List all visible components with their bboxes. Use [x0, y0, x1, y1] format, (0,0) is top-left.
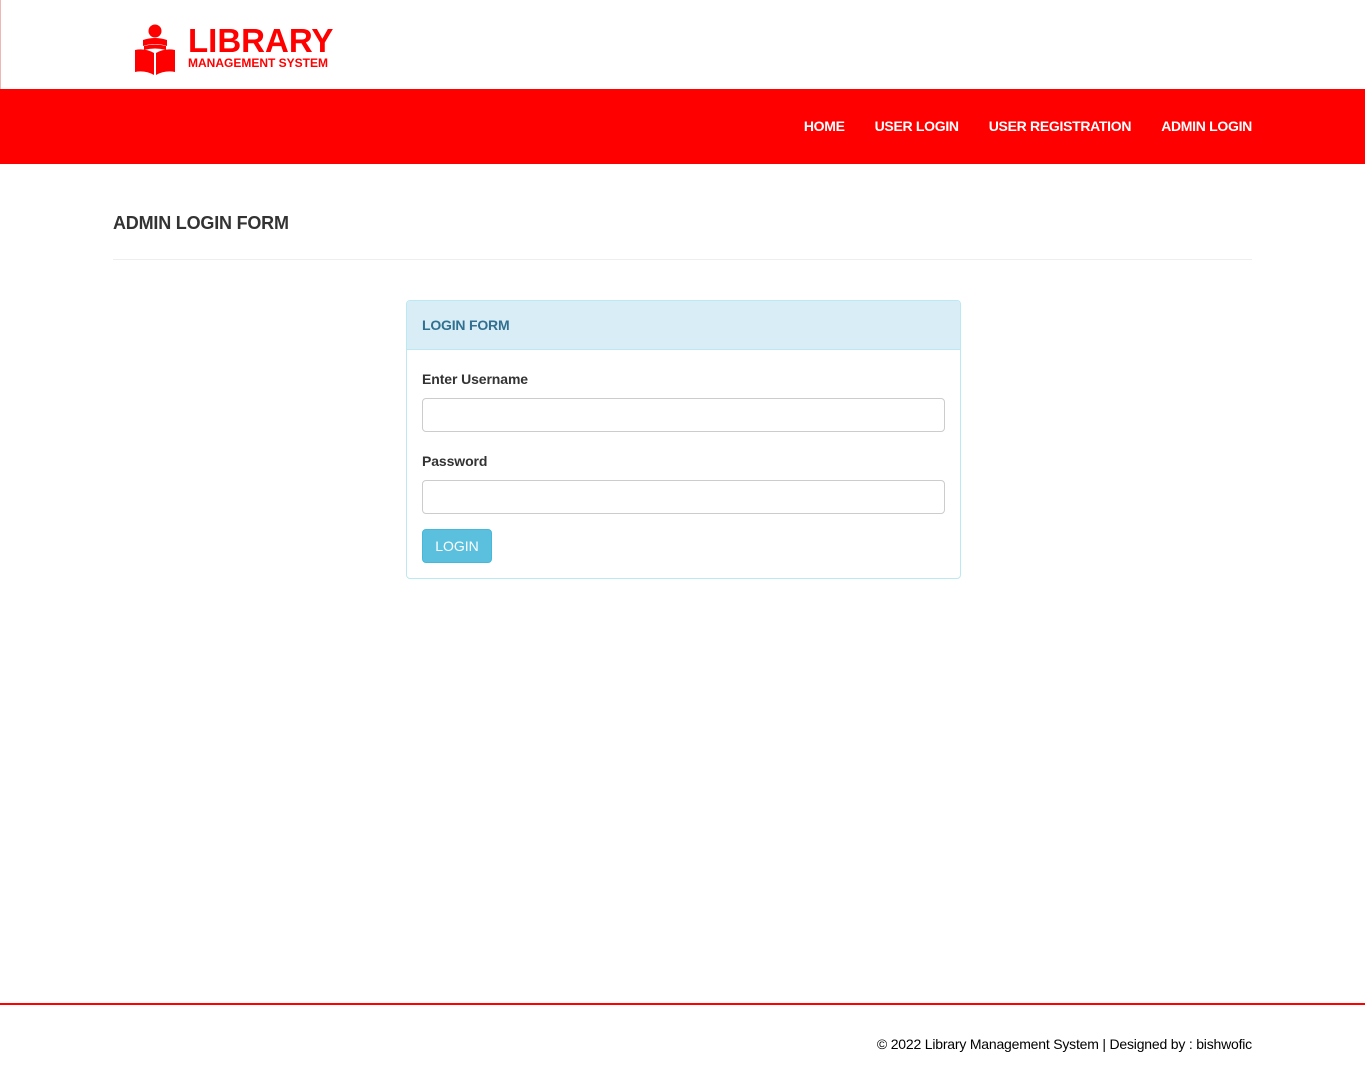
logo[interactable]: LIBRARY MANAGEMENT SYSTEM [134, 24, 333, 76]
logo-subtitle: MANAGEMENT SYSTEM [188, 56, 329, 70]
username-input[interactable] [422, 398, 945, 432]
title-divider [113, 259, 1252, 260]
navbar: HOME USER LOGIN USER REGISTRATION ADMIN … [0, 89, 1365, 164]
panel-heading: LOGIN FORM [407, 301, 960, 350]
nav-item-user-login: USER LOGIN [875, 118, 959, 136]
nav-menu: HOME USER LOGIN USER REGISTRATION ADMIN … [774, 89, 1252, 164]
logo-title: LIBRARY [188, 22, 334, 59]
password-input[interactable] [422, 480, 945, 514]
login-panel: LOGIN FORM Enter Username Password LOGIN [406, 300, 961, 579]
nav-item-home: HOME [804, 118, 845, 136]
nav-link-user-registration[interactable]: USER REGISTRATION [989, 118, 1132, 134]
page-title: ADMIN LOGIN FORM [113, 213, 289, 233]
username-label: Enter Username [422, 371, 528, 387]
page: LIBRARY MANAGEMENT SYSTEM HOME USER LOGI… [0, 0, 1365, 1083]
password-label: Password [422, 453, 488, 469]
header: LIBRARY MANAGEMENT SYSTEM [0, 0, 1365, 89]
footer-copyright: © 2022 Library Management System | Desig… [876, 1036, 1252, 1052]
nav-item-user-registration: USER REGISTRATION [989, 118, 1132, 136]
login-button[interactable]: LOGIN [422, 529, 492, 563]
footer-divider [0, 1003, 1365, 1005]
nav-link-user-login[interactable]: USER LOGIN [875, 118, 959, 134]
nav-link-home[interactable]: HOME [804, 118, 845, 134]
nav-item-admin-login: ADMIN LOGIN [1161, 118, 1252, 136]
nav-link-admin-login[interactable]: ADMIN LOGIN [1161, 118, 1252, 134]
reader-book-icon [135, 24, 175, 75]
